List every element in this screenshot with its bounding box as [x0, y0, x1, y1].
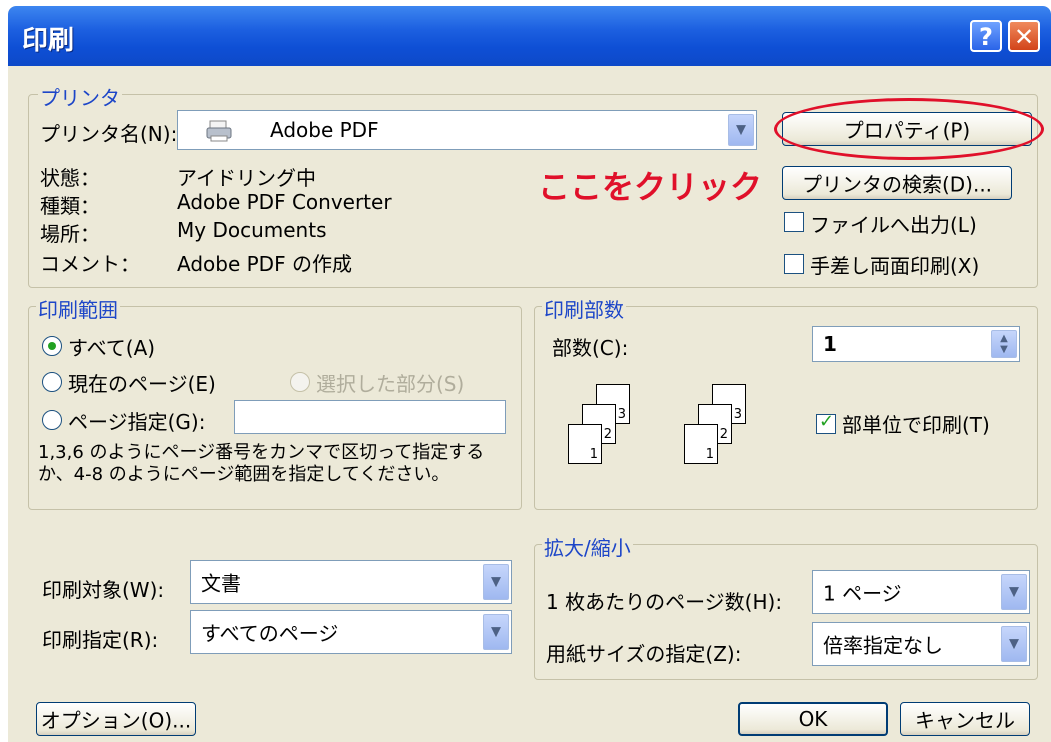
- close-button[interactable]: ✕: [1008, 20, 1040, 52]
- print-dialog: 印刷 ? ✕ プリンタ プリンタ名(N): Adobe PDF ▼ 状態： アイ…: [8, 6, 1051, 742]
- print-to-file-label: ファイルへ出力(L): [810, 213, 977, 237]
- zoom-group-label: 拡大/縮小: [542, 532, 633, 561]
- range-current-label: 現在のページ(E): [68, 372, 216, 396]
- pages-per-sheet-select[interactable]: 1 ページ ▼: [812, 570, 1030, 614]
- print-which-select[interactable]: すべてのページ ▼: [190, 610, 512, 654]
- chevron-down-icon[interactable]: ▼: [483, 614, 509, 650]
- dialog-title: 印刷: [22, 26, 75, 56]
- ok-button[interactable]: OK: [738, 702, 888, 736]
- range-selection-label: 選択した部分(S): [316, 372, 465, 396]
- chevron-down-icon[interactable]: ▼: [483, 564, 509, 600]
- type-label: 種類：: [40, 194, 100, 218]
- copies-count-label: 部数(C):: [552, 336, 629, 360]
- click-here-annotation: ここをクリック: [538, 168, 763, 206]
- options-button-label: オプション(O)...: [40, 708, 192, 733]
- pages-per-sheet-label: 1 枚あたりのページ数(H):: [546, 590, 783, 614]
- status-label: 状態：: [40, 166, 100, 190]
- printer-icon: [206, 119, 234, 143]
- comment-label: コメント：: [40, 252, 140, 276]
- print-which-label: 印刷指定(R):: [42, 628, 159, 652]
- manual-duplex-label: 手差し両面印刷(X): [810, 254, 980, 278]
- print-what-label: 印刷対象(W):: [42, 578, 165, 602]
- printer-name-select[interactable]: Adobe PDF ▼: [177, 110, 757, 150]
- chevron-down-icon[interactable]: ▼: [728, 114, 754, 146]
- print-what-select[interactable]: 文書 ▼: [190, 560, 512, 604]
- cancel-button[interactable]: キャンセル: [900, 702, 1030, 736]
- cancel-button-label: キャンセル: [915, 708, 1015, 733]
- print-range-group-label: 印刷範囲: [36, 294, 120, 323]
- print-to-file-checkbox[interactable]: [784, 212, 804, 232]
- help-button[interactable]: ?: [970, 20, 1002, 52]
- scale-value: 倍率指定なし: [823, 633, 943, 658]
- collate-page-1: 1: [568, 424, 602, 464]
- highlight-oval: [774, 98, 1044, 160]
- chevron-down-icon[interactable]: ▼: [1001, 574, 1027, 610]
- comment-value: Adobe PDF の作成: [177, 252, 352, 276]
- range-hint: 1,3,6 のようにページ番号をカンマで区切って指定するか、4-8 のようにペー…: [38, 442, 485, 485]
- print-what-value: 文書: [201, 571, 241, 596]
- manual-duplex-checkbox[interactable]: [784, 254, 804, 274]
- pages-per-sheet-value: 1 ページ: [823, 581, 902, 606]
- page-range-input[interactable]: [234, 400, 506, 434]
- chevron-down-icon[interactable]: ▼: [1001, 626, 1027, 662]
- location-label: 場所：: [40, 222, 100, 246]
- range-pages-radio[interactable]: [42, 410, 62, 430]
- printer-name-label: プリンタ名(N):: [40, 122, 178, 146]
- copies-stepper[interactable]: 1 ▲ ▼: [812, 326, 1020, 362]
- collate-label: 部単位で印刷(T): [842, 413, 990, 437]
- range-current-radio[interactable]: [42, 372, 62, 392]
- range-all-label: すべて(A): [68, 336, 156, 360]
- printer-name-value: Adobe PDF: [270, 118, 379, 142]
- find-printer-label: プリンタの検索(D)...: [801, 172, 993, 197]
- range-selection-radio[interactable]: [290, 372, 310, 392]
- options-button[interactable]: オプション(O)...: [36, 702, 196, 736]
- copies-value: 1: [823, 332, 837, 356]
- scale-select[interactable]: 倍率指定なし ▼: [812, 622, 1030, 666]
- find-printer-button[interactable]: プリンタの検索(D)...: [782, 166, 1012, 200]
- title-bar[interactable]: 印刷 ? ✕: [8, 6, 1051, 66]
- collate-checkbox[interactable]: [816, 411, 836, 434]
- printer-group-label: プリンタ: [38, 82, 122, 111]
- scale-label: 用紙サイズの指定(Z):: [546, 642, 742, 666]
- status-value: アイドリング中: [177, 166, 316, 190]
- range-all-radio[interactable]: [42, 336, 62, 356]
- location-value: My Documents: [177, 218, 327, 242]
- ok-button-label: OK: [798, 707, 828, 731]
- collate-page-1b: 1: [684, 424, 718, 464]
- copies-group-label: 印刷部数: [542, 294, 626, 323]
- dialog-body: プリンタ プリンタ名(N): Adobe PDF ▼ 状態： アイドリング中 種…: [12, 66, 1047, 742]
- type-value: Adobe PDF Converter: [177, 190, 392, 214]
- range-pages-label: ページ指定(G):: [68, 410, 206, 434]
- spin-icon[interactable]: ▲ ▼: [991, 330, 1017, 358]
- print-which-value: すべてのページ: [201, 621, 339, 646]
